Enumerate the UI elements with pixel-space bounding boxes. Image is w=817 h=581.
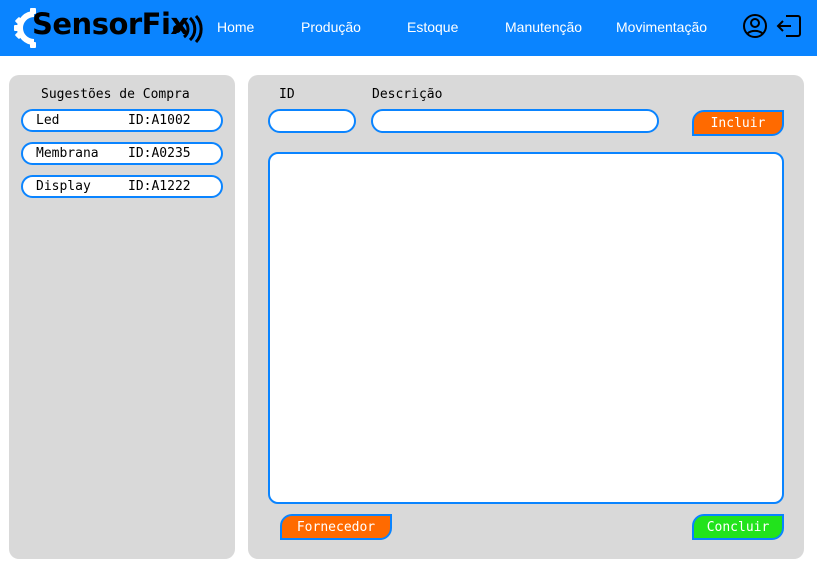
items-list-area[interactable] [268,152,784,504]
suggestion-item[interactable]: Led ID:A1002 [21,109,223,132]
nav-estoque[interactable]: Estoque [407,19,458,35]
include-button[interactable]: Incluir [692,110,784,136]
nav-home[interactable]: Home [217,19,254,35]
id-label: ID [279,87,295,102]
suggestion-id: ID:A1002 [128,113,191,128]
supplier-button[interactable]: Fornecedor [280,514,392,540]
description-label: Descrição [372,87,443,102]
top-navbar: SensorFix Home Produção Estoque Manutenç… [0,0,817,56]
suggestion-item[interactable]: Display ID:A1222 [21,175,223,198]
nav-manutencao[interactable]: Manutenção [505,19,582,35]
logout-icon[interactable] [775,12,803,40]
nav-movimentacao[interactable]: Movimentação [616,19,707,35]
suggestion-id: ID:A1222 [128,179,191,194]
suggestion-item[interactable]: Membrana ID:A0235 [21,142,223,165]
suggestion-id: ID:A0235 [128,146,191,161]
logo-text: SensorFix [32,7,189,41]
nav-producao[interactable]: Produção [301,19,361,35]
suggestion-name: Membrana [36,146,99,161]
id-input[interactable] [268,109,356,133]
user-circle-icon[interactable] [741,12,769,40]
signal-waves-icon [173,15,203,43]
suggestions-title: Sugestões de Compra [41,87,190,102]
suggestion-name: Display [36,179,91,194]
suggestion-name: Led [36,113,60,128]
logo[interactable]: SensorFix [14,6,204,50]
finish-button[interactable]: Concluir [692,514,784,540]
description-input[interactable] [371,109,659,133]
